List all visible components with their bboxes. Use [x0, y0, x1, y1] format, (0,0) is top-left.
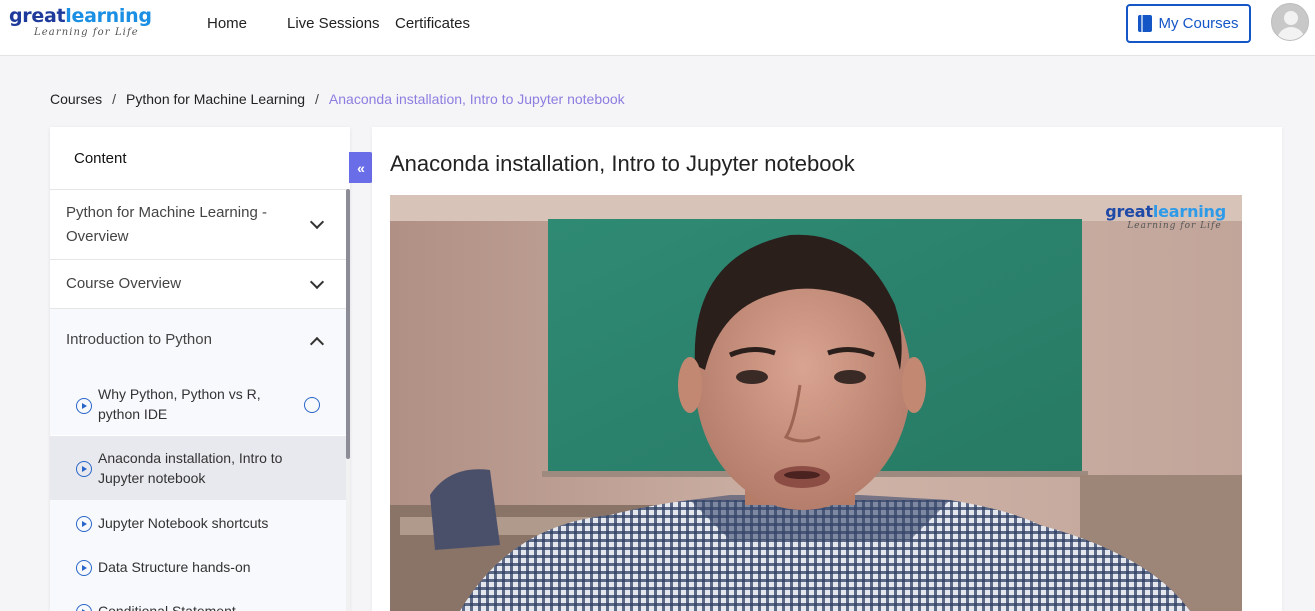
module-label-line1: Python for Machine Learning - — [66, 204, 267, 221]
avatar-head-shape — [1284, 11, 1298, 25]
lesson-label-line1: Anaconda installation, Intro to — [98, 450, 283, 466]
chevron-up-icon — [309, 336, 325, 352]
video-watermark-logo: greatlearning Learning for Life — [1105, 202, 1226, 232]
book-icon — [1138, 15, 1153, 32]
watermark-tagline: Learning for Life — [1127, 221, 1222, 231]
breadcrumb-separator: / — [315, 91, 319, 107]
my-courses-button[interactable]: My Courses — [1126, 4, 1251, 43]
sidebar-title: Content — [74, 150, 127, 167]
top-header: greatlearning Learning for Life Home Liv… — [0, 0, 1315, 56]
lesson-label: Jupyter Notebook shortcuts — [98, 515, 269, 531]
nav-live-sessions[interactable]: Live Sessions — [287, 15, 380, 32]
breadcrumb-separator: / — [112, 91, 117, 107]
video-player[interactable]: greatlearning Learning for Life — [390, 195, 1242, 611]
lesson-panel: Anaconda installation, Intro to Jupyter … — [372, 127, 1282, 611]
lesson-jupyter-shortcuts[interactable]: Jupyter Notebook shortcuts — [50, 500, 346, 544]
module-label-line2: Overview — [66, 228, 129, 245]
module-introduction-to-python[interactable]: Introduction to Python — [50, 309, 346, 369]
lesson-label: Conditional Statement — [98, 603, 236, 611]
watermark-text-great: great — [1105, 202, 1153, 221]
collapse-sidebar-button[interactable]: « — [349, 152, 373, 183]
play-circle-icon — [76, 516, 92, 532]
lesson-label-line1: Why Python, Python vs R, — [98, 386, 261, 402]
chevron-down-icon — [309, 214, 325, 230]
breadcrumb-course[interactable]: Python for Machine Learning — [126, 91, 305, 107]
play-circle-icon — [76, 461, 92, 477]
module-course-overview[interactable]: Course Overview — [50, 260, 346, 308]
logo-text-learning: learning — [65, 5, 152, 27]
video-frame-image — [390, 195, 1242, 611]
nav-certificates[interactable]: Certificates — [395, 15, 470, 32]
logo-tagline: Learning for Life — [34, 27, 139, 38]
breadcrumb-courses[interactable]: Courses — [50, 91, 102, 107]
my-courses-label: My Courses — [1158, 15, 1239, 32]
lesson-conditional-statement[interactable]: Conditional Statement — [50, 588, 346, 611]
nav-home[interactable]: Home — [207, 15, 247, 32]
chevron-down-icon — [309, 274, 325, 290]
module-python-ml-overview[interactable]: Python for Machine Learning - Overview — [50, 189, 346, 259]
lesson-data-structure[interactable]: Data Structure hands-on — [50, 544, 346, 588]
lesson-label-line2: Jupyter notebook — [98, 470, 206, 486]
greatlearning-logo[interactable]: greatlearning Learning for Life — [9, 5, 152, 38]
breadcrumb-current: Anaconda installation, Intro to Jupyter … — [328, 91, 625, 107]
user-avatar[interactable] — [1271, 3, 1309, 41]
breadcrumb: Courses / Python for Machine Learning / … — [50, 91, 625, 107]
watermark-text-learning: learning — [1152, 202, 1226, 221]
module-label: Course Overview — [66, 275, 182, 292]
avatar-body-shape — [1277, 27, 1305, 40]
lesson-title: Anaconda installation, Intro to Jupyter … — [390, 151, 855, 176]
lesson-label: Data Structure hands-on — [98, 559, 251, 575]
completion-circle-icon[interactable] — [304, 397, 320, 413]
play-circle-icon — [76, 398, 92, 414]
sidebar-scrollbar[interactable] — [346, 189, 350, 459]
content-sidebar: Content Python for Machine Learning - Ov… — [50, 127, 350, 611]
play-circle-icon — [76, 560, 92, 576]
lesson-anaconda-installation[interactable]: Anaconda installation, Intro to Jupyter … — [50, 436, 346, 500]
module-label: Introduction to Python — [66, 331, 212, 348]
lesson-why-python[interactable]: Why Python, Python vs R, python IDE — [50, 369, 346, 435]
play-circle-icon — [76, 604, 92, 611]
lesson-label-line2: python IDE — [98, 406, 168, 422]
logo-text-great: great — [9, 5, 66, 27]
